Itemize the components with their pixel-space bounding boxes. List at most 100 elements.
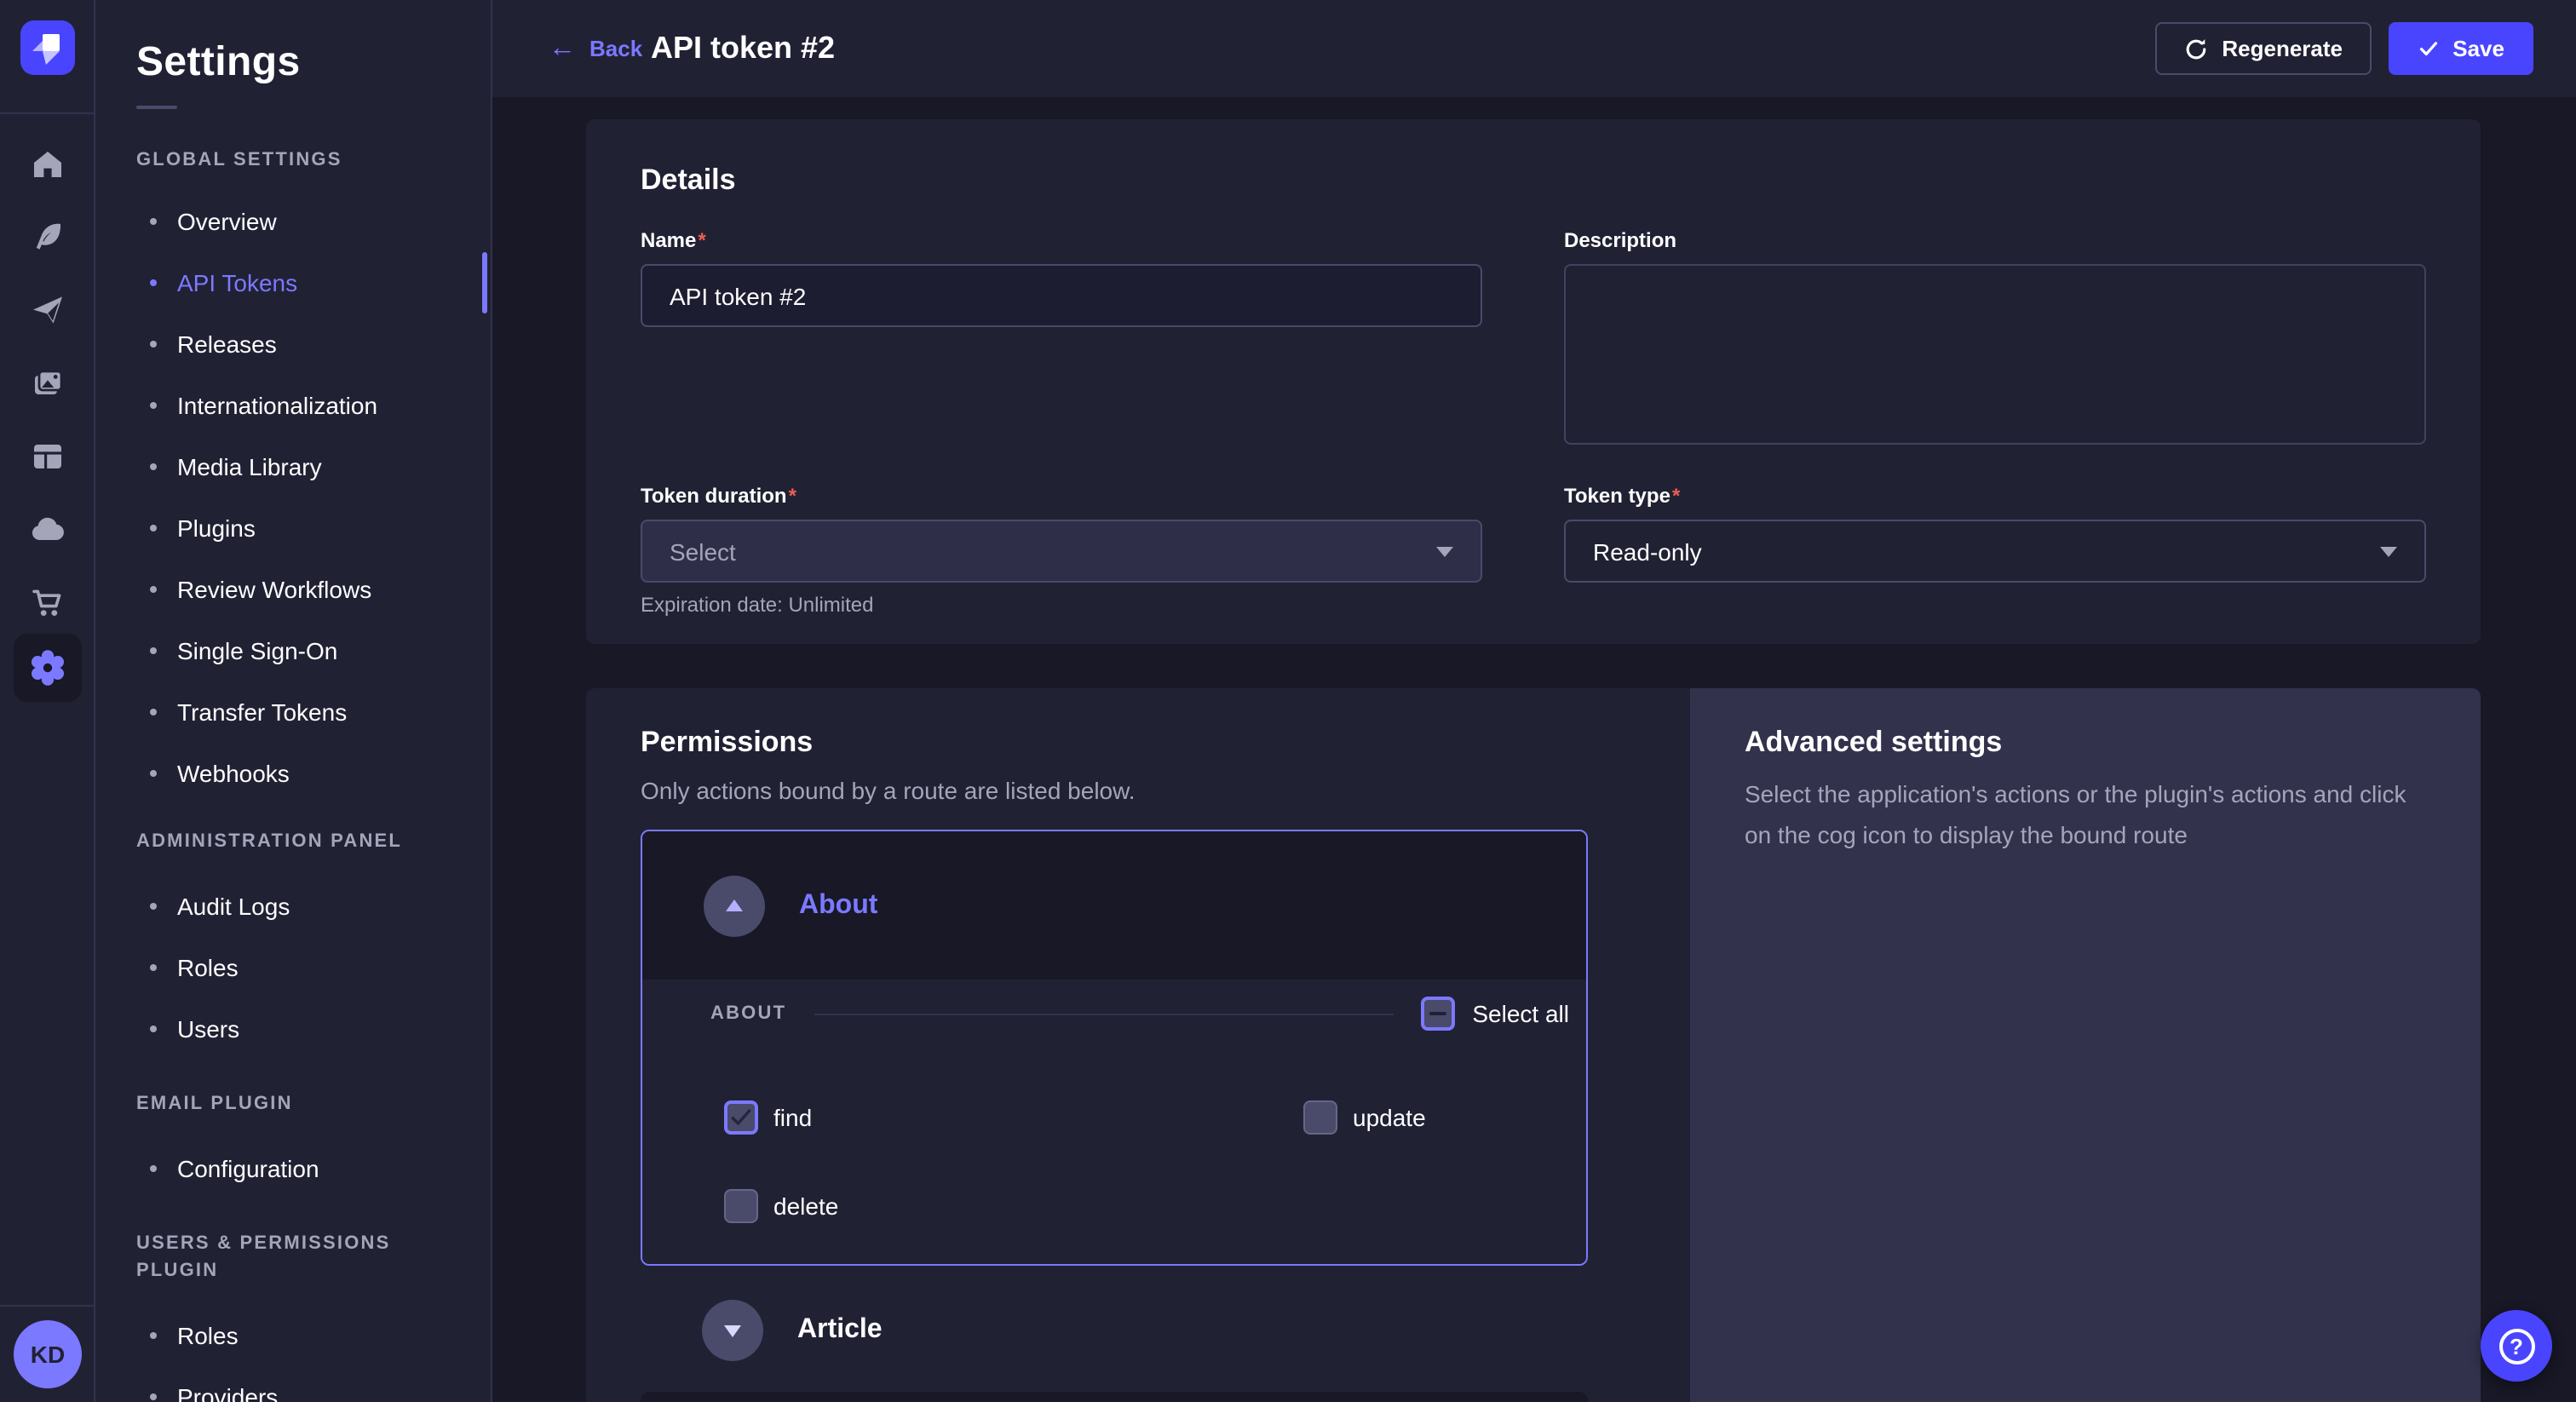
token-type-label: Token type* [1564,484,2426,508]
section-global-settings: GLOBAL SETTINGS [136,147,450,174]
main-sidebar: KD [0,0,95,1402]
article-accordion-label: Article [797,1315,883,1346]
token-duration-select[interactable]: Select [641,520,1482,583]
article-accordion-header[interactable]: Article [641,1269,1636,1392]
advanced-settings-panel: Advanced settings Select the application… [1690,688,2481,1402]
bullet-icon [150,1165,157,1172]
bullet-icon [150,279,157,286]
sidebar-item-media-library[interactable]: Media Library [136,436,450,497]
about-accordion: About ABOUT Select all [641,830,1588,1266]
sidebar-item-email-configuration[interactable]: Configuration [136,1138,450,1199]
sidebar-item-audit-logs[interactable]: Audit Logs [136,876,450,937]
triangle-up-icon [726,899,743,911]
next-accordion-edge [641,1392,1588,1402]
bullet-icon [150,647,157,654]
sidebar-item-up-providers[interactable]: Providers [136,1366,450,1402]
sidebar-item-single-sign-on[interactable]: Single Sign-On [136,620,450,681]
sidebar-item-api-tokens[interactable]: API Tokens [136,252,450,313]
action-delete: delete [724,1172,1303,1240]
details-card: Details Name* Description Token duration… [586,119,2481,644]
bullet-icon [150,218,157,225]
delete-checkbox[interactable] [724,1189,758,1223]
refresh-icon [2184,37,2208,60]
check-icon [2417,37,2439,60]
bullet-icon [150,586,157,593]
token-duration-label: Token duration* [641,484,1482,508]
cloud-icon[interactable] [27,509,68,550]
required-asterisk: * [698,228,705,252]
bullet-icon [150,770,157,777]
about-section-label: ABOUT [710,1003,786,1024]
expiration-hint: Expiration date: Unlimited [641,593,1482,617]
indeterminate-dash-icon [1429,1012,1446,1015]
find-checkbox[interactable] [724,1100,758,1135]
about-accordion-label: About [799,890,877,921]
details-title: Details [641,164,2426,198]
chevron-down-icon [1436,546,1453,556]
sidebar-item-admin-users[interactable]: Users [136,998,450,1060]
cart-icon[interactable] [27,583,68,623]
action-update: update [1303,1083,1586,1152]
about-accordion-body: ABOUT Select all find [642,980,1586,1264]
home-icon[interactable] [27,143,68,184]
active-indicator [482,252,487,313]
name-field[interactable] [641,264,1482,327]
sidebar-item-plugins[interactable]: Plugins [136,497,450,559]
about-accordion-header[interactable]: About [642,831,1586,980]
required-asterisk: * [789,484,796,508]
sidebar-item-settings-active[interactable] [14,634,82,702]
permissions-subtitle: Only actions bound by a route are listed… [641,773,1636,807]
media-library-icon[interactable] [27,363,68,404]
expand-toggle-button[interactable] [702,1300,763,1361]
regenerate-button[interactable]: Regenerate [2155,22,2372,75]
required-asterisk: * [1672,484,1680,508]
paper-plane-icon[interactable] [27,290,68,330]
sidebar-item-webhooks[interactable]: Webhooks [136,743,450,804]
back-link[interactable]: ← Back [549,0,642,97]
permissions-panel: Permissions Only actions bound by a rout… [586,688,1690,1402]
select-all-label: Select all [1472,1000,1569,1027]
title-rule [136,106,177,109]
save-button[interactable]: Save [2388,22,2533,75]
description-field[interactable] [1564,264,2426,445]
token-type-select[interactable]: Read-only [1564,520,2426,583]
question-mark-icon: ? [2498,1328,2534,1364]
avatar[interactable]: KD [14,1320,82,1388]
sidebar-item-internationalization[interactable]: Internationalization [136,375,450,436]
strapi-logo[interactable] [20,20,75,75]
bullet-icon [150,903,157,910]
divider [0,112,94,114]
bullet-icon [150,709,157,715]
section-users-permissions-plugin: USERS & PERMISSIONS PLUGIN [136,1230,450,1284]
bullet-icon [150,402,157,409]
description-label: Description [1564,228,2426,252]
sidebar-item-overview[interactable]: Overview [136,191,450,252]
sidebar-item-releases[interactable]: Releases [136,313,450,375]
sidebar-item-transfer-tokens[interactable]: Transfer Tokens [136,681,450,743]
name-label: Name* [641,228,1482,252]
chevron-down-icon [2380,546,2397,556]
app-window: KD Settings GLOBAL SETTINGS Overview API… [0,0,2576,1402]
section-administration-panel: ADMINISTRATION PANEL [136,828,450,855]
back-arrow-icon: ← [549,35,576,62]
bullet-icon [150,341,157,348]
triangle-down-icon [724,1324,741,1336]
permissions-card: Permissions Only actions bound by a rout… [586,688,2481,1402]
divider [814,1013,1394,1014]
sidebar-item-review-workflows[interactable]: Review Workflows [136,559,450,620]
update-checkbox[interactable] [1303,1100,1337,1135]
bullet-icon [150,964,157,971]
page-title: API token #2 [651,0,835,97]
advanced-settings-description: Select the application's actions or the … [1745,773,2426,855]
layout-icon[interactable] [27,436,68,477]
sidebar-item-admin-roles[interactable]: Roles [136,937,450,998]
bullet-icon [150,1026,157,1032]
advanced-settings-title: Advanced settings [1745,726,2426,760]
collapse-toggle-button[interactable] [704,875,765,936]
select-all-checkbox[interactable] [1421,997,1455,1031]
sidebar-item-up-roles[interactable]: Roles [136,1305,450,1366]
help-button[interactable]: ? [2481,1310,2552,1382]
check-icon [729,1106,753,1129]
page-header: ← Back API token #2 Regenerate Save [492,0,2576,97]
feather-icon[interactable] [27,216,68,257]
